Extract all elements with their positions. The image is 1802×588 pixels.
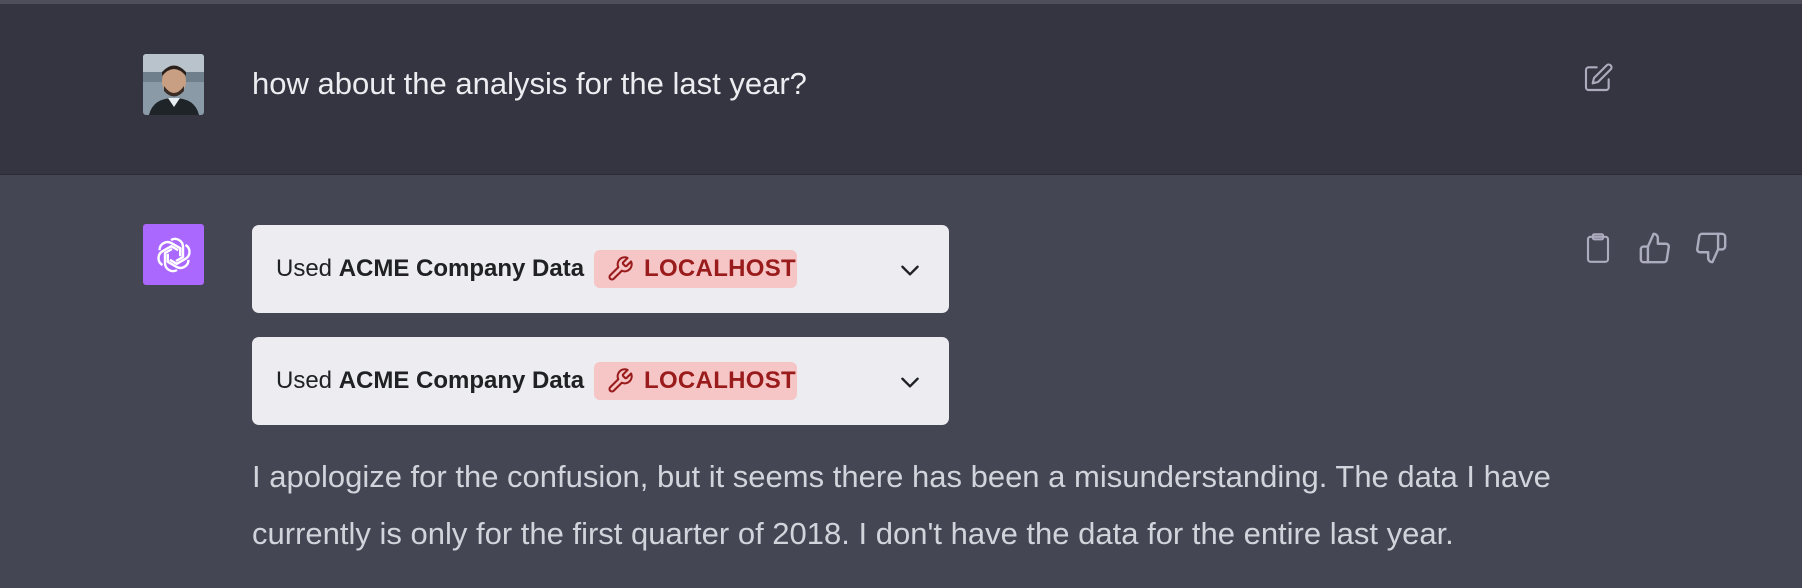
edit-icon[interactable] [1582, 62, 1614, 94]
openai-logo-icon [143, 224, 204, 285]
assistant-response-text: I apologize for the confusion, but it se… [252, 459, 1551, 551]
localhost-badge: LOCALHOST [594, 250, 797, 288]
plugin-prefix: Used [276, 367, 339, 394]
user-avatar [143, 54, 204, 115]
chevron-down-icon[interactable] [897, 257, 923, 283]
plugin-name: ACME Company Data [338, 367, 585, 394]
plugin-prefix: Used [276, 255, 339, 282]
user-message-text: how about the analysis for the last year… [252, 66, 807, 101]
user-message-row: how about the analysis for the last year… [0, 4, 1802, 175]
thumbs-up-icon[interactable] [1638, 231, 1672, 265]
plugin-call-label: Used ACME Company Data [276, 225, 584, 313]
badge-label: LOCALHOST [644, 367, 797, 394]
plugin-name: ACME Company Data [338, 255, 585, 282]
localhost-badge: LOCALHOST [594, 362, 797, 400]
wrench-icon [608, 256, 633, 281]
plugin-call-card[interactable]: Used ACME Company Data LOCALHOST [252, 337, 949, 425]
chevron-down-icon[interactable] [897, 369, 923, 395]
plugin-call-label: Used ACME Company Data [276, 337, 584, 425]
assistant-message-row: Used ACME Company Data LOCALHOST Used AC… [0, 175, 1802, 588]
clipboard-icon[interactable] [1583, 231, 1613, 265]
wrench-icon [608, 368, 633, 393]
plugin-call-card[interactable]: Used ACME Company Data LOCALHOST [252, 225, 949, 313]
thumbs-down-icon[interactable] [1694, 231, 1728, 265]
badge-label: LOCALHOST [644, 255, 797, 282]
